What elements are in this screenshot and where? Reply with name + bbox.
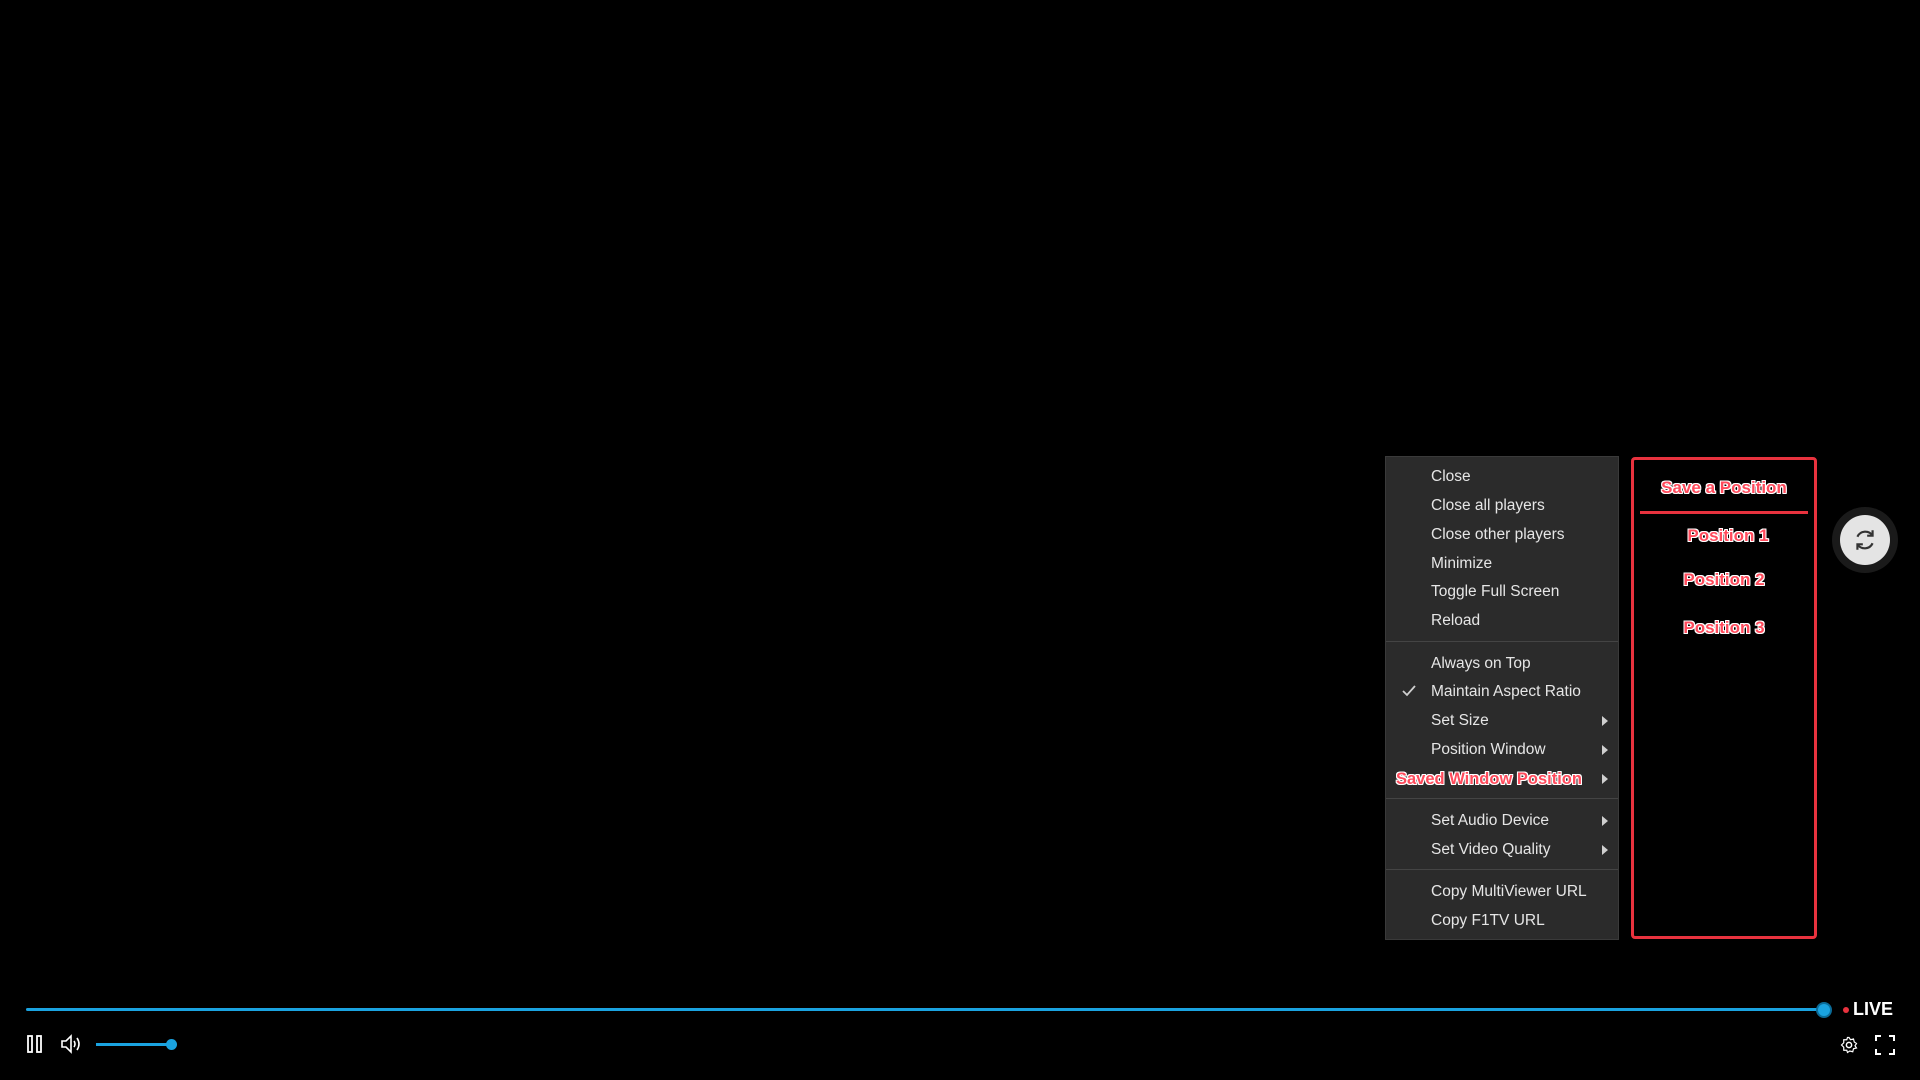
menu-item-label: Close all players [1431, 497, 1545, 514]
menu-item-close-other-players[interactable]: Close other players [1386, 521, 1618, 549]
menu-separator [1386, 641, 1618, 642]
menu-item-label: Minimize [1431, 555, 1493, 572]
menu-item-label: Maintain Aspect Ratio [1431, 683, 1581, 700]
menu-separator [1386, 869, 1618, 870]
sync-button[interactable] [1840, 515, 1890, 565]
context-menu: Close Close all players Close other play… [1385, 456, 1619, 940]
seek-handle[interactable] [1816, 1002, 1832, 1018]
menu-item-label: Close other players [1431, 526, 1565, 543]
menu-item-label: Position Window [1431, 741, 1546, 758]
save-position-button[interactable]: Save a Position [1634, 478, 1814, 498]
menu-item-label: Toggle Full Screen [1431, 583, 1560, 600]
menu-item-label: Set Video Quality [1431, 841, 1551, 858]
submenu-arrow-icon [1602, 774, 1608, 784]
submenu-arrow-icon [1602, 745, 1608, 755]
volume-handle[interactable] [166, 1039, 177, 1050]
checkmark-icon [1402, 685, 1416, 697]
gear-icon[interactable] [1840, 1036, 1858, 1054]
menu-item-label: Saved Window Position [1396, 770, 1582, 788]
menu-separator [1386, 798, 1618, 799]
menu-item-maintain-aspect-ratio[interactable]: Maintain Aspect Ratio [1386, 678, 1618, 706]
submenu-arrow-icon [1602, 845, 1608, 855]
pause-icon[interactable] [26, 1035, 44, 1053]
menu-item-copy-f1tv-url[interactable]: Copy F1TV URL [1386, 907, 1618, 935]
live-label[interactable]: LIVE [1853, 998, 1893, 1020]
position-1-button[interactable]: Position 1 [1638, 526, 1818, 546]
submenu-divider [1640, 511, 1808, 514]
menu-item-reload[interactable]: Reload [1386, 607, 1618, 635]
menu-item-close-all-players[interactable]: Close all players [1386, 492, 1618, 520]
menu-item-label: Always on Top [1431, 655, 1531, 672]
menu-item-label: Close [1431, 468, 1471, 485]
menu-item-label: Set Size [1431, 712, 1489, 729]
menu-item-label: Set Audio Device [1431, 812, 1550, 829]
menu-item-position-window[interactable]: Position Window [1386, 736, 1618, 764]
menu-item-label: Reload [1431, 612, 1481, 629]
menu-item-label: Copy F1TV URL [1431, 912, 1545, 929]
menu-item-set-video-quality[interactable]: Set Video Quality [1386, 836, 1618, 864]
menu-item-label: Copy MultiViewer URL [1431, 883, 1587, 900]
position-3-button[interactable]: Position 3 [1634, 618, 1814, 638]
menu-item-copy-multiviewer-url[interactable]: Copy MultiViewer URL [1386, 878, 1618, 906]
volume-icon[interactable] [60, 1034, 82, 1054]
menu-item-saved-window-position[interactable]: Saved Window Position [1386, 765, 1618, 793]
video-player[interactable]: Close Close all players Close other play… [0, 0, 1920, 1080]
menu-item-minimize[interactable]: Minimize [1386, 550, 1618, 578]
submenu-arrow-icon [1602, 716, 1608, 726]
position-2-button[interactable]: Position 2 [1634, 570, 1814, 590]
menu-item-set-audio-device[interactable]: Set Audio Device [1386, 807, 1618, 835]
menu-item-close[interactable]: Close [1386, 463, 1618, 491]
menu-item-always-on-top[interactable]: Always on Top [1386, 650, 1618, 678]
menu-item-toggle-full-screen[interactable]: Toggle Full Screen [1386, 578, 1618, 606]
menu-item-set-size[interactable]: Set Size [1386, 707, 1618, 735]
live-indicator-dot [1843, 1007, 1849, 1013]
submenu-arrow-icon [1602, 816, 1608, 826]
sync-icon [1856, 530, 1874, 550]
saved-position-submenu: Save a Position Position 1 Position 2 Po… [1631, 457, 1817, 939]
fullscreen-icon[interactable] [1875, 1035, 1895, 1055]
seek-bar[interactable] [26, 1008, 1824, 1011]
volume-slider[interactable] [96, 1043, 172, 1046]
